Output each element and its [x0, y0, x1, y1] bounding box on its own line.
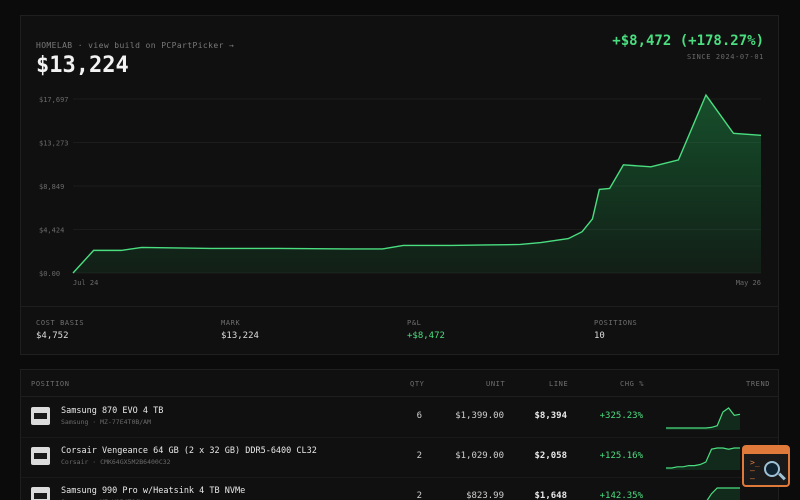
- stat-label: POSITIONS: [594, 319, 638, 327]
- y-tick-label: $17,697: [39, 96, 69, 104]
- col-trend[interactable]: TREND: [746, 380, 770, 388]
- y-tick-label: $8,849: [39, 183, 64, 191]
- stat-value: $4,752: [36, 331, 69, 341]
- product-thumbnail: [31, 447, 50, 465]
- value-chart: $17,697 $13,273 $8,849 $4,424 $0.00 Jul 24 May…: [39, 93, 762, 287]
- chg-cell: +325.23%: [599, 411, 643, 421]
- line-cell: $8,394: [534, 411, 567, 421]
- total-value: $13,224: [36, 53, 129, 78]
- x-tick-label: May 26: [736, 279, 761, 287]
- since-date: SINCE 2024-07-01: [686, 53, 764, 61]
- table-header: POSITION QTY UNIT LINE CHG % TREND: [21, 370, 778, 397]
- stat-label: MARK: [221, 319, 241, 327]
- col-qty[interactable]: QTY: [410, 380, 424, 388]
- line-cell: $2,058: [534, 451, 567, 461]
- stat-value: +$8,472: [407, 331, 445, 341]
- unit-cell: $823.99: [466, 491, 504, 500]
- stat-label: COST BASIS: [36, 319, 85, 327]
- table-row[interactable]: Samsung 870 EVO 4 TB Samsung · MZ-77E4T0B…: [21, 398, 778, 438]
- qty-cell: 6: [416, 411, 422, 421]
- positions-table: POSITION QTY UNIT LINE CHG % TREND Samsu…: [20, 369, 779, 500]
- product-name[interactable]: Corsair Vengeance 64 GB (2 x 32 GB) DDR5…: [61, 446, 317, 456]
- stat-label: P&L: [407, 319, 422, 327]
- sparkline-area: [666, 408, 740, 430]
- product-name[interactable]: Samsung 990 Pro w/Heatsink 4 TB NVMe: [61, 486, 245, 496]
- col-unit[interactable]: UNIT: [486, 380, 505, 388]
- stat-positions: POSITIONS 10: [594, 319, 637, 341]
- product-name[interactable]: Samsung 870 EVO 4 TB: [61, 406, 163, 416]
- list-icon: >_ — —: [750, 458, 760, 483]
- chart-area: [73, 95, 761, 274]
- chg-cell: +125.16%: [599, 451, 643, 461]
- qty-cell: 2: [416, 451, 422, 461]
- col-position[interactable]: POSITION: [31, 380, 70, 388]
- y-tick-label: $0.00: [39, 270, 60, 278]
- inspect-widget-button[interactable]: >_ — —: [742, 445, 790, 487]
- trend-sparkline: [666, 407, 741, 430]
- pnl-headline: +$8,472 (+178.27%): [612, 33, 764, 49]
- trend-sparkline: [706, 487, 740, 500]
- stats-bar: COST BASIS $4,752 MARK $13,224 P&L +$8,4…: [21, 306, 778, 356]
- qty-cell: 2: [416, 491, 422, 500]
- trend-sparkline: [666, 447, 740, 470]
- widget-titlebar: [744, 447, 788, 454]
- chg-cell: +142.35%: [599, 491, 643, 500]
- product-thumbnail: [31, 487, 50, 500]
- stat-pnl: P&L +$8,472: [407, 319, 445, 341]
- product-sku: Samsung · MZ-77E4T0B/AM: [61, 418, 152, 426]
- product-sku: Corsair · CMK64GX5M2B6400C32: [61, 458, 171, 466]
- portfolio-panel: HOMELAB · view build on PCPartPicker → $…: [20, 15, 779, 355]
- stat-cost-basis: COST BASIS $4,752: [36, 319, 84, 341]
- magnifier-handle: [778, 472, 786, 481]
- col-chg[interactable]: CHG %: [620, 380, 644, 388]
- table-row[interactable]: Samsung 990 Pro w/Heatsink 4 TB NVMeSams…: [21, 478, 778, 500]
- stat-value: $13,224: [221, 331, 259, 341]
- y-tick-label: $4,424: [39, 227, 64, 235]
- build-link[interactable]: HOMELAB · view build on PCPartPicker →: [36, 41, 234, 50]
- stat-value: 10: [594, 331, 605, 341]
- x-tick-label: Jul 24: [73, 279, 98, 287]
- table-row[interactable]: Corsair Vengeance 64 GB (2 x 32 GB) DDR5…: [21, 438, 778, 478]
- y-tick-label: $13,273: [39, 140, 69, 148]
- stat-mark: MARK $13,224: [221, 319, 259, 341]
- unit-cell: $1,029.00: [455, 451, 504, 461]
- line-cell: $1,648: [534, 491, 567, 500]
- col-line[interactable]: LINE: [549, 380, 568, 388]
- sparkline-area: [707, 488, 740, 500]
- product-thumbnail: [31, 407, 50, 425]
- unit-cell: $1,399.00: [455, 411, 504, 421]
